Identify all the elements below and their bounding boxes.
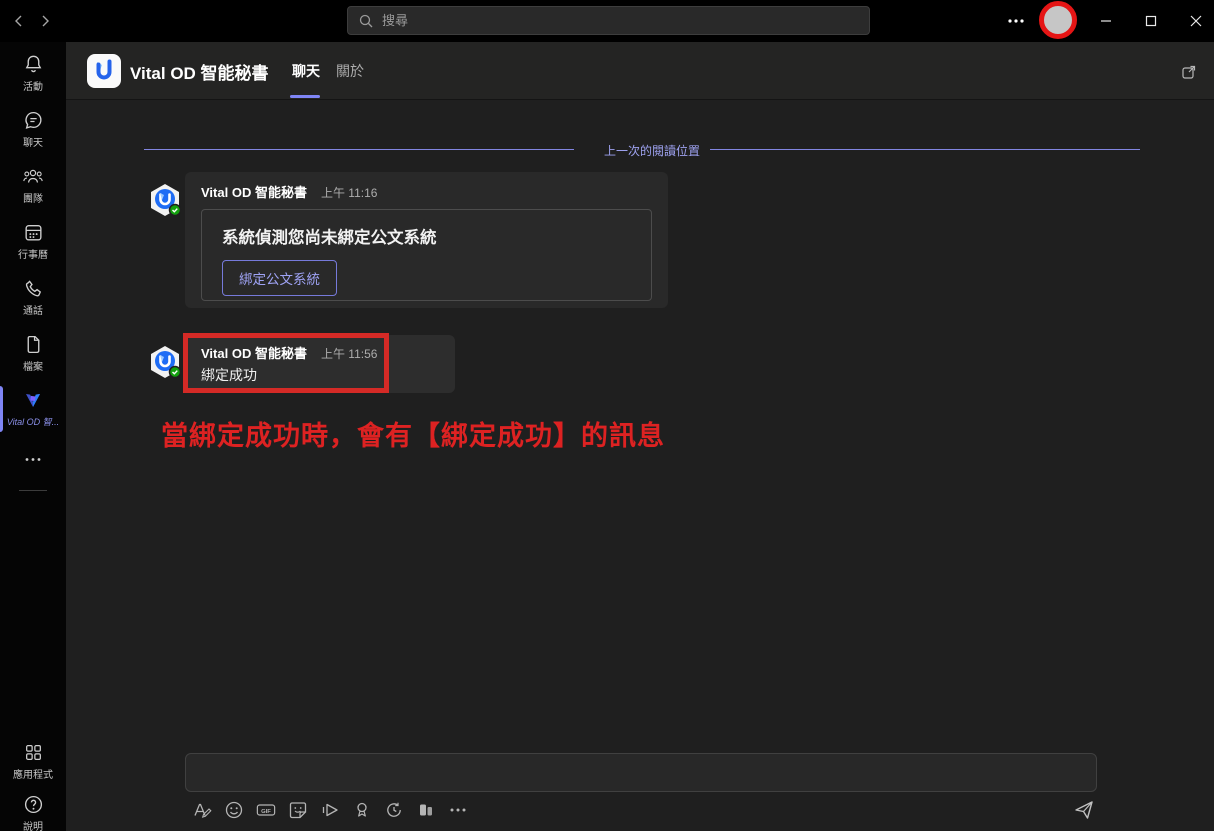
- annotation-text: 當綁定成功時，會有【綁定成功】的訊息: [161, 414, 665, 453]
- sidebar-item-files[interactable]: 檔案: [0, 334, 66, 373]
- sidebar-item-calls[interactable]: 通話: [0, 278, 66, 317]
- app-logo-icon: [86, 53, 122, 89]
- help-icon: [23, 794, 44, 815]
- gif-icon[interactable]: GIF: [256, 800, 276, 820]
- unread-divider-label: 上一次的閱讀位置: [594, 142, 710, 159]
- rail-divider: [19, 490, 47, 491]
- message-bubble: Vital OD 智能秘書 上午 11:16 系統偵測您尚未綁定公文系統 綁定公…: [185, 172, 668, 308]
- message-input[interactable]: [185, 753, 1097, 792]
- message-timestamp: 上午 11:16: [321, 184, 377, 201]
- sidebar-item-label: 應用程式: [13, 766, 53, 781]
- card-title: 系統偵測您尚未綁定公文系統: [222, 224, 631, 248]
- message-timestamp: 上午 11:56: [321, 345, 377, 362]
- tab-about[interactable]: 關於: [336, 61, 364, 81]
- message-text: 綁定成功: [201, 365, 439, 385]
- tab-chat[interactable]: 聊天: [292, 61, 320, 81]
- app-rail: 活動 聊天 團隊 行事曆 通話: [0, 42, 66, 831]
- format-icon[interactable]: [192, 800, 212, 820]
- sidebar-item-apps[interactable]: 應用程式: [0, 742, 66, 781]
- people-icon: [22, 166, 44, 187]
- gif-label: GIF: [261, 809, 271, 815]
- chat-bubble-icon: [23, 110, 44, 131]
- bind-document-system-button[interactable]: 綁定公文系統: [222, 260, 337, 296]
- send-later-icon[interactable]: [320, 800, 340, 820]
- search-icon: [358, 13, 374, 29]
- compose-toolbar: GIF: [192, 800, 468, 820]
- sidebar-item-label: 說明: [23, 818, 43, 831]
- minimize-button[interactable]: [1092, 8, 1120, 34]
- sidebar-item-more-apps[interactable]: [0, 457, 66, 462]
- search-bar[interactable]: [347, 6, 870, 35]
- apps-grid-icon: [23, 742, 44, 763]
- more-options-icon[interactable]: [448, 800, 468, 820]
- phone-icon: [23, 278, 44, 299]
- send-icon[interactable]: [1072, 798, 1096, 822]
- active-indicator: [0, 386, 3, 432]
- bot-avatar[interactable]: [148, 345, 182, 379]
- message-sender: Vital OD 智能秘書: [201, 343, 307, 362]
- back-icon[interactable]: [8, 10, 30, 32]
- file-icon: [23, 334, 44, 355]
- sidebar-item-label: 檔案: [23, 358, 43, 373]
- apps-attach-icon[interactable]: [416, 800, 436, 820]
- page-title: Vital OD 智能秘書: [130, 59, 269, 84]
- bot-avatar[interactable]: [148, 183, 182, 217]
- maximize-button[interactable]: [1137, 8, 1165, 34]
- sidebar-item-label: 活動: [23, 78, 43, 93]
- search-input[interactable]: [382, 13, 859, 28]
- sidebar-item-help[interactable]: 說明: [0, 794, 66, 831]
- settings-more-icon[interactable]: [1004, 10, 1028, 32]
- open-in-window-icon[interactable]: [1181, 64, 1197, 80]
- sticker-icon[interactable]: [288, 800, 308, 820]
- sidebar-item-chat[interactable]: 聊天: [0, 110, 66, 149]
- title-bar: [0, 0, 1214, 42]
- sidebar-item-vital-od[interactable]: Vital OD 智...: [0, 390, 66, 428]
- vital-od-logo-icon: [22, 390, 44, 412]
- sidebar-item-label: 團隊: [23, 190, 43, 205]
- message-sender: Vital OD 智能秘書: [201, 182, 307, 201]
- calendar-icon: [23, 222, 44, 243]
- forward-icon[interactable]: [34, 10, 56, 32]
- teams-window: 活動 聊天 團隊 行事曆 通話: [0, 0, 1214, 831]
- close-button[interactable]: [1182, 8, 1210, 34]
- sidebar-item-label: 聊天: [23, 134, 43, 149]
- sidebar-item-calendar[interactable]: 行事曆: [0, 222, 66, 261]
- bell-icon: [23, 54, 44, 75]
- chat-pane: Vital OD 智能秘書 聊天 關於 上一次的閱讀位置 Vital OD 智能…: [66, 42, 1214, 831]
- sidebar-item-label: 行事曆: [18, 246, 48, 261]
- app-header: Vital OD 智能秘書 聊天 關於: [66, 42, 1214, 100]
- message-bubble: Vital OD 智能秘書 上午 11:56 綁定成功: [185, 335, 455, 393]
- unread-divider-line: [710, 149, 1140, 150]
- avatar[interactable]: [1039, 1, 1077, 39]
- schedule-icon[interactable]: [384, 800, 404, 820]
- sidebar-item-label: Vital OD 智...: [7, 415, 59, 428]
- unread-divider-line: [144, 149, 574, 150]
- emoji-icon[interactable]: [224, 800, 244, 820]
- sidebar-item-teams[interactable]: 團隊: [0, 166, 66, 205]
- sidebar-item-label: 通話: [23, 302, 43, 317]
- more-dots-icon: [25, 457, 41, 462]
- sidebar-item-activity[interactable]: 活動: [0, 54, 66, 93]
- adaptive-card: 系統偵測您尚未綁定公文系統 綁定公文系統: [201, 209, 652, 301]
- active-tab-indicator: [290, 95, 320, 98]
- praise-icon[interactable]: [352, 800, 372, 820]
